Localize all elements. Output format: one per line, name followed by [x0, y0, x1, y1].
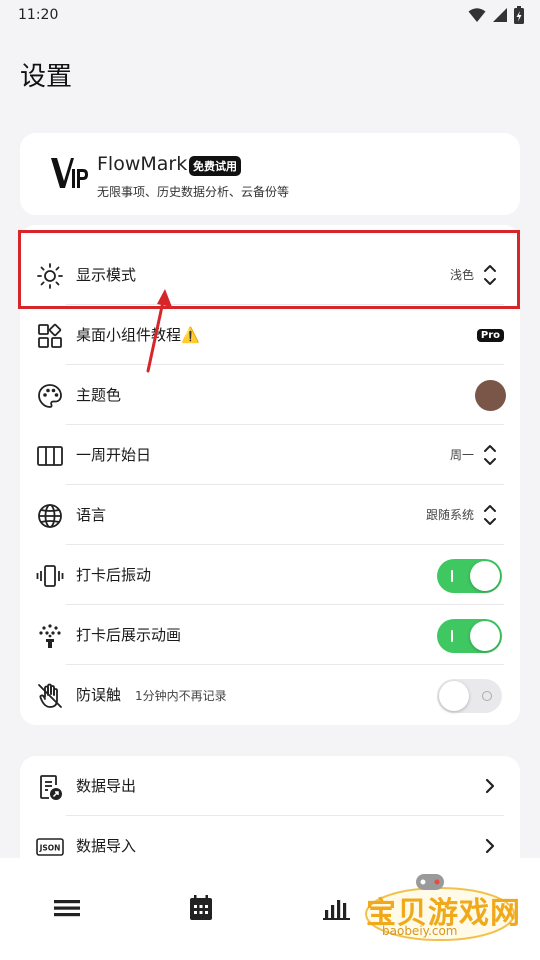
data-import-label: 数据导入 — [76, 837, 137, 855]
toggle-knob — [470, 561, 500, 591]
vip-logo-icon — [51, 158, 88, 188]
hand-off-icon — [38, 683, 62, 708]
widgets-icon — [38, 323, 62, 348]
palette-icon — [38, 384, 62, 408]
export-doc-icon — [40, 775, 62, 800]
setting-theme-color[interactable]: 主题色 — [20, 365, 520, 425]
columns-icon — [37, 446, 63, 466]
list-icon[interactable] — [52, 894, 82, 922]
setting-week-start[interactable]: 一周开始日 周一 — [20, 425, 520, 485]
chevron-right-icon — [485, 778, 495, 794]
status-bar: 11:20 — [0, 0, 540, 32]
status-icons — [468, 6, 524, 24]
setting-anti-mistouch: 防误触 1分钟内不再记录 — [20, 665, 520, 725]
signal-icon — [493, 8, 507, 22]
anti-mistouch-sublabel: 1分钟内不再记录 — [135, 689, 227, 703]
bar-chart-icon[interactable] — [322, 894, 352, 922]
wifi-icon — [468, 8, 486, 22]
data-export-row[interactable]: 数据导出 — [20, 756, 520, 816]
celebration-icon — [39, 624, 61, 648]
toggle-on-mark — [451, 630, 453, 642]
globe-icon — [38, 504, 62, 528]
language-value: 跟随系统 — [425, 508, 474, 522]
status-time: 11:20 — [18, 7, 59, 23]
setting-vibration: 打卡后振动 — [20, 545, 520, 605]
vip-card[interactable]: FlowMark 免费试用 无限事项、历史数据分析、云备份等 — [20, 133, 520, 215]
toggle-knob — [439, 681, 469, 711]
highlight-box — [18, 230, 520, 309]
pro-badge: Pro — [476, 329, 504, 342]
animation-label: 打卡后展示动画 — [76, 626, 182, 644]
toggle-off-mark — [482, 691, 492, 701]
chevron-up-down-icon — [484, 505, 496, 525]
chevron-up-down-icon — [484, 445, 496, 465]
toggle-on-mark — [451, 570, 453, 582]
theme-color-label: 主题色 — [76, 386, 122, 404]
battery-charging-icon — [514, 6, 524, 24]
week-start-label: 一周开始日 — [76, 446, 152, 464]
watermark: 宝贝游戏网 baobeiy.com — [360, 870, 520, 950]
vibration-label: 打卡后振动 — [76, 566, 152, 584]
vibration-toggle[interactable] — [437, 559, 502, 593]
anti-mistouch-title: 防误触 — [76, 686, 122, 704]
annotation-arrow-icon — [146, 289, 172, 373]
setting-language[interactable]: 语言 跟随系统 — [20, 485, 520, 545]
week-start-value: 周一 — [449, 448, 474, 462]
free-trial-badge: 免费试用 — [189, 156, 241, 176]
vibrate-icon — [36, 565, 64, 587]
language-label: 语言 — [76, 506, 107, 524]
watermark-url: baobeiy.com — [382, 924, 458, 938]
setting-widget-tutorial[interactable]: 桌面小组件教程⚠️ Pro — [20, 305, 520, 365]
theme-color-swatch[interactable] — [475, 380, 506, 411]
data-export-label: 数据导出 — [76, 777, 137, 795]
vip-description: 无限事项、历史数据分析、云备份等 — [97, 185, 290, 199]
anti-mistouch-label: 防误触 1分钟内不再记录 — [76, 684, 227, 705]
calendar-icon[interactable] — [186, 894, 216, 922]
page-title: 设置 — [20, 62, 73, 92]
json-icon: JSON — [36, 838, 64, 856]
chevron-right-icon — [485, 838, 495, 854]
anti-mistouch-toggle[interactable] — [437, 679, 502, 713]
widget-tutorial-label: 桌面小组件教程⚠️ — [76, 326, 200, 344]
vip-product-name: FlowMark — [97, 153, 188, 175]
setting-animation: 打卡后展示动画 — [20, 605, 520, 665]
toggle-knob — [470, 621, 500, 651]
animation-toggle[interactable] — [437, 619, 502, 653]
json-icon-text: JSON — [39, 844, 61, 853]
